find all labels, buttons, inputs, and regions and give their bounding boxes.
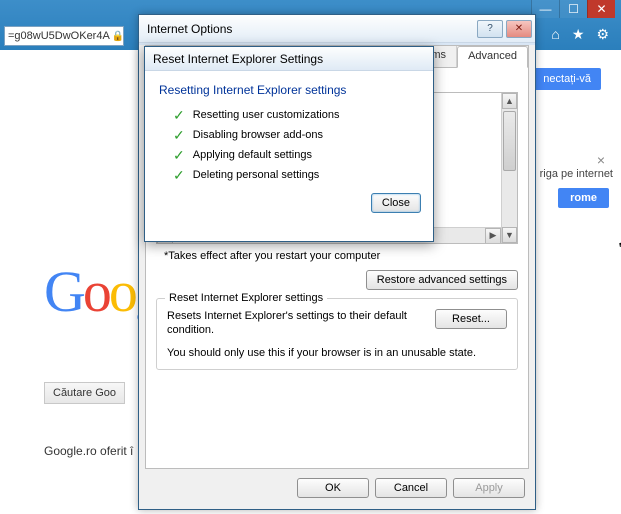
internet-options-titlebar[interactable]: Internet Options ? ✕ [139,15,535,43]
tab-advanced[interactable]: Advanced [457,46,528,68]
lock-icon: 🔒 [112,31,124,42]
reset-usage-note: You should only use this if your browser… [167,347,507,359]
reset-progress-dialog: Reset Internet Explorer Settings Resetti… [144,46,434,242]
home-icon[interactable]: ⌂ [551,26,559,43]
apply-button[interactable]: Apply [453,478,525,498]
reset-dialog-titlebar[interactable]: Reset Internet Explorer Settings [145,47,433,71]
favorites-icon[interactable]: ★ [572,26,585,43]
checkmark-icon: ✓ [173,109,185,121]
reset-step-4: Deleting personal settings [193,169,320,181]
reset-legend: Reset Internet Explorer settings [165,292,327,304]
google-search-button[interactable]: Căutare Goo [44,382,125,404]
checkmark-icon: ✓ [173,129,185,141]
scroll-right-icon[interactable]: ▶ [485,228,501,244]
cancel-button[interactable]: Cancel [375,478,447,498]
reset-dialog-heading: Resetting Internet Explorer settings [159,83,419,97]
scroll-up-icon[interactable]: ▲ [502,93,517,109]
promo-text: riga pe internet [540,168,613,180]
chrome-promo-button[interactable]: rome [558,188,609,208]
signin-button[interactable]: nectați-vă [533,68,601,90]
reset-step-2: Disabling browser add-ons [193,129,323,141]
toolbar-icons: ⌂ ★ ⚙ [551,26,609,43]
window-restore-button[interactable]: ☐ [559,0,587,18]
takes-effect-note: *Takes effect after you restart your com… [164,250,516,262]
address-text: =g08wU5DwOKer4A [8,30,110,42]
scroll-thumb-vertical[interactable] [503,111,516,171]
reset-close-button[interactable]: Close [371,193,421,213]
cursor-icon: ↖ [617,237,621,255]
restore-advanced-button[interactable]: Restore advanced settings [366,270,518,290]
reset-step-1: Resetting user customizations [193,109,340,121]
checkmark-icon: ✓ [173,149,185,161]
reset-description: Resets Internet Explorer's settings to t… [167,309,423,337]
checkmark-icon: ✓ [173,169,185,181]
reset-button[interactable]: Reset... [435,309,507,329]
reset-fieldset: Reset Internet Explorer settings Resets … [156,298,518,370]
ok-button[interactable]: OK [297,478,369,498]
reset-step-3: Applying default settings [193,149,312,161]
internet-options-title: Internet Options [147,22,232,36]
scroll-down-icon[interactable]: ▼ [502,227,517,243]
io-footer: OK Cancel Apply [139,473,535,503]
settings-vertical-scrollbar[interactable]: ▲ ▼ [501,93,517,243]
gear-icon[interactable]: ⚙ [596,26,609,43]
reset-dialog-title: Reset Internet Explorer Settings [153,52,323,66]
io-help-button[interactable]: ? [477,20,503,38]
window-close-button[interactable]: ✕ [587,0,615,18]
io-close-button[interactable]: ✕ [506,20,532,38]
google-offered-text: Google.ro oferit î [44,444,133,458]
address-bar[interactable]: =g08wU5DwOKer4A 🔒 [4,26,124,46]
promo-close-icon[interactable]: × [597,152,605,168]
